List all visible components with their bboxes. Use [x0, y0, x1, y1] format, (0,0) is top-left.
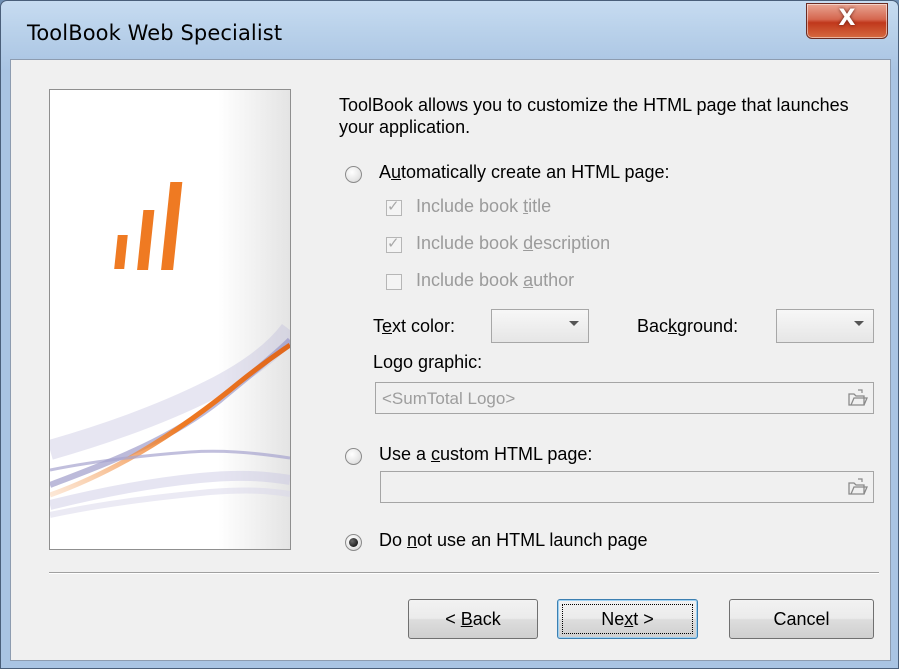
auto-create-radio[interactable]: [345, 166, 362, 183]
include-title-label: Include book title: [416, 196, 552, 216]
cancel-button-label: Cancel: [773, 609, 830, 629]
custom-page-label[interactable]: Use a custom HTML page:: [379, 444, 592, 465]
intro-text: ToolBook allows you to customize the HTM…: [339, 95, 849, 137]
include-description-label: Include book description: [416, 233, 611, 253]
logo-graphic-label: Logo graphic:: [373, 352, 483, 372]
checkmark-icon: ✓: [387, 197, 400, 215]
background-dropdown[interactable]: [776, 309, 874, 343]
include-description-checkbox[interactable]: ✓: [386, 234, 402, 253]
custom-page-field[interactable]: [380, 471, 874, 503]
window-title: ToolBook Web Specialist: [27, 21, 283, 45]
cancel-button[interactable]: Cancel: [729, 599, 874, 639]
custom-page-radio[interactable]: [345, 448, 362, 465]
background-label: Background:: [637, 316, 739, 336]
back-button[interactable]: < Back: [408, 599, 538, 639]
include-title-checkbox[interactable]: ✓: [386, 197, 402, 216]
no-launch-page-label[interactable]: Do not use an HTML launch page: [379, 530, 648, 551]
text-color-dropdown[interactable]: [491, 309, 589, 343]
back-button-label: < Back: [445, 609, 501, 629]
dialog-body: ToolBook allows you to customize the HTM…: [10, 59, 891, 661]
dialog-window: ToolBook Web Specialist X ToolBook allow…: [0, 0, 899, 669]
auto-create-label[interactable]: Automatically create an HTML page:: [379, 162, 669, 183]
browse-folder-icon[interactable]: [846, 476, 868, 498]
close-icon: X: [838, 6, 856, 31]
include-author-label: Include book author: [416, 270, 575, 290]
banner-graphic: [50, 90, 290, 549]
text-color-label: Text color:: [373, 316, 456, 336]
checkmark-icon: ✓: [387, 234, 400, 252]
chevron-down-icon: [854, 321, 864, 326]
browse-folder-icon[interactable]: [846, 387, 868, 409]
close-button[interactable]: X: [806, 3, 888, 39]
next-button-label: Next >: [601, 609, 654, 629]
footer-divider: [49, 572, 879, 574]
logo-graphic-value: <SumTotal Logo>: [382, 389, 516, 408]
next-button[interactable]: Next >: [557, 599, 698, 639]
no-launch-page-radio[interactable]: [345, 534, 362, 551]
radio-selected-dot: [349, 538, 358, 547]
chevron-down-icon: [569, 321, 579, 326]
logo-graphic-field[interactable]: <SumTotal Logo>: [375, 382, 874, 414]
wizard-banner: [49, 89, 291, 550]
include-author-checkbox[interactable]: [386, 274, 402, 290]
